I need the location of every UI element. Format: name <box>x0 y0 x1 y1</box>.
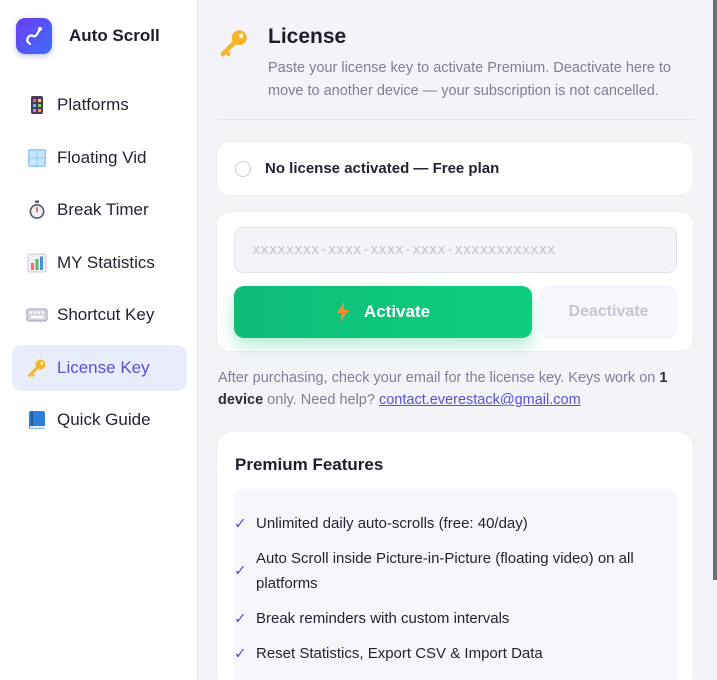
sidebar-item-label: Shortcut Key <box>57 305 155 324</box>
premium-features-card: Premium Features ✓ Unlimited daily auto-s… <box>216 431 694 680</box>
bar-chart-icon <box>26 252 48 274</box>
feature-text: Reset Statistics, Export CSV & Import Da… <box>256 645 543 662</box>
sidebar-item-license-key[interactable]: License Key <box>12 344 187 391</box>
window-icon <box>26 147 48 169</box>
book-icon <box>26 409 48 431</box>
deactivate-label: Deactivate <box>568 303 649 320</box>
sidebar-item-label: Floating Vid <box>57 147 147 167</box>
mobile-phone-icon <box>26 94 48 116</box>
help-text-part: only. Need help? <box>263 392 379 408</box>
features-title: Premium Features <box>235 455 384 474</box>
deactivate-button[interactable]: Deactivate <box>540 286 677 338</box>
sidebar: Auto Scroll Platforms Floating Vid Break… <box>0 0 198 680</box>
sidebar-item-label: License Key <box>57 357 150 377</box>
sidebar-item-floating-vid[interactable]: Floating Vid <box>12 135 187 181</box>
features-list: ✓ Unlimited daily auto-scrolls (free: 40/… <box>234 489 677 680</box>
activate-button[interactable]: Activate <box>234 286 532 338</box>
page-subtitle: Paste your license key to activate Premi… <box>268 60 671 99</box>
brand: Auto Scroll <box>16 18 160 54</box>
list-item: ✓ Break reminders with custom intervals <box>234 606 677 631</box>
check-icon: ✓ <box>234 562 247 580</box>
sidebar-item-my-statistics[interactable]: MY Statistics <box>12 240 187 286</box>
support-email-link[interactable]: contact.everestack@gmail.com <box>379 392 581 408</box>
app-logo-icon <box>16 18 52 54</box>
sidebar-item-shortcut-key[interactable]: Shortcut Key <box>12 292 187 338</box>
help-text: After purchasing, check your email for t… <box>218 367 698 411</box>
status-indicator-icon <box>235 160 251 177</box>
sidebar-item-break-timer[interactable]: Break Timer <box>12 187 187 233</box>
feature-text: Auto Scroll inside Picture-in-Picture (f… <box>256 550 634 592</box>
license-key-card: Activate Deactivate <box>216 211 694 352</box>
check-icon: ✓ <box>234 610 247 627</box>
sidebar-nav: Platforms Floating Vid Break Timer MY St… <box>12 82 187 450</box>
feature-text: Unlimited daily auto-scrolls (free: 40/d… <box>256 515 528 532</box>
sidebar-item-label: MY Statistics <box>57 252 155 272</box>
sidebar-item-label: Platforms <box>57 95 129 114</box>
sidebar-item-platforms[interactable]: Platforms <box>12 82 187 128</box>
check-icon: ✓ <box>234 515 247 532</box>
activate-label: Activate <box>363 302 431 321</box>
list-item: ✓ Unlimited daily auto-scrolls (free: 40/… <box>234 511 677 536</box>
keyboard-icon <box>26 304 48 326</box>
list-item: ✓ Auto Scroll inside Picture-in-Picture (… <box>234 546 677 596</box>
key-icon <box>219 28 249 63</box>
sidebar-item-label: Quick Guide <box>57 410 151 429</box>
app-title: Auto Scroll <box>69 26 160 45</box>
license-status-text: No license activated — Free plan <box>265 160 500 177</box>
divider <box>217 119 695 120</box>
check-icon: ✓ <box>234 645 247 662</box>
sidebar-item-quick-guide[interactable]: Quick Guide <box>12 397 187 443</box>
stopwatch-icon <box>26 199 48 221</box>
help-text-part: After purchasing, check your email for t… <box>218 370 660 386</box>
license-key-input[interactable] <box>234 227 677 273</box>
sidebar-item-label: Break Timer <box>57 200 149 219</box>
lightning-icon <box>336 302 350 322</box>
scrollbar[interactable] <box>713 0 717 580</box>
feature-text: Break reminders with custom intervals <box>256 610 510 627</box>
page-title: License <box>268 25 347 48</box>
main-content: License Paste your license key to activa… <box>199 0 717 680</box>
license-status-card: No license activated — Free plan <box>216 141 694 196</box>
key-icon <box>26 357 48 379</box>
list-item: ✓ Reset Statistics, Export CSV & Import D… <box>234 641 677 666</box>
